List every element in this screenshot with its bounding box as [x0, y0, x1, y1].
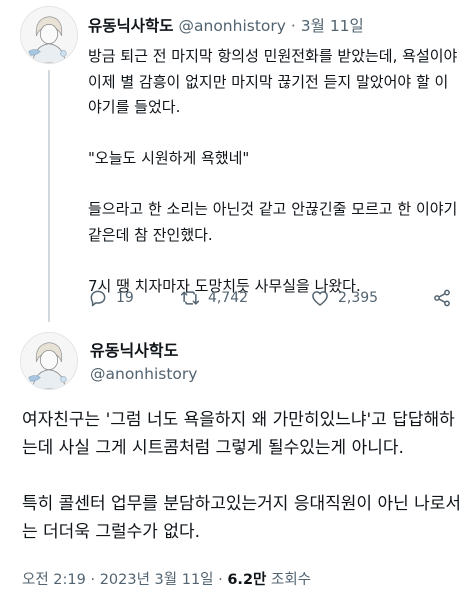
- tweet-date[interactable]: 3월 11일: [301, 17, 364, 35]
- like-count: 2,395: [338, 290, 379, 306]
- avatar[interactable]: [20, 6, 78, 64]
- avatar-illustration: [21, 7, 77, 63]
- tweet-2: 유동닉사학도 @anonhistory 여자친구는 '그럼 너도 욕을하지 왜 …: [0, 322, 474, 593]
- retweet-count: 4,742: [208, 290, 249, 306]
- meta-separator: ·: [90, 572, 96, 588]
- author-handle[interactable]: @anonhistory: [179, 17, 286, 35]
- tweet-date[interactable]: 2023년 3월 11일: [100, 572, 214, 588]
- view-label: 조회수: [270, 572, 312, 588]
- avatar[interactable]: [20, 332, 78, 390]
- author-name[interactable]: 유동닉사학도: [90, 340, 197, 362]
- tweet-metadata: 오전 2:19 · 2023년 3월 11일 · 6.2만 조회수: [22, 568, 311, 589]
- tweet-paragraph: "오늘도 시원하게 욕했네": [88, 149, 250, 167]
- tweet-paragraph: 특히 콜센터 업무를 분담하고있는거지 응대직원이 아닌 나로서는 더더욱 그럴…: [22, 494, 462, 542]
- avatar-illustration: [21, 333, 77, 389]
- tweet-paragraph: 방금 퇴근 전 마지막 항의성 민원전화를 받았는데, 욕설이야 이제 별 감흥…: [88, 47, 458, 116]
- reply-count: 19: [116, 290, 134, 306]
- tweet-actions: 19 4,742 2,395: [88, 283, 460, 313]
- share-button[interactable]: [432, 283, 452, 313]
- like-button[interactable]: 2,395: [310, 283, 378, 313]
- meta-separator: ·: [218, 572, 223, 588]
- view-count: 6.2만: [227, 572, 267, 588]
- reply-icon: [90, 290, 106, 307]
- retweet-button[interactable]: 4,742: [180, 283, 248, 313]
- reply-button[interactable]: 19: [88, 283, 134, 313]
- tweet-header: 유동닉사학도 @anonhistory · 3월 11일: [88, 14, 364, 36]
- tweet-paragraph: 들으라고 한 소리는 아닌것 같고 안끊긴줄 모르고 한 이야기 같은데 참 잔…: [88, 200, 458, 244]
- tweet-text: 방금 퇴근 전 마지막 항의성 민원전화를 받았는데, 욕설이야 이제 별 감흥…: [88, 44, 460, 299]
- author-handle[interactable]: @anonhistory: [90, 362, 197, 386]
- share-icon: [434, 289, 450, 307]
- thread-connector-line: [48, 70, 50, 322]
- tweet-header: 유동닉사학도 @anonhistory: [90, 340, 197, 386]
- tweet-time[interactable]: 오전 2:19: [22, 572, 86, 588]
- retweet-icon: [180, 291, 200, 305]
- author-name[interactable]: 유동닉사학도: [88, 17, 174, 35]
- like-icon: [312, 291, 328, 306]
- tweet-1: 유동닉사학도 @anonhistory · 3월 11일 방금 퇴근 전 마지막…: [0, 0, 474, 322]
- tweet-text: 여자친구는 '그럼 너도 욕을하지 왜 가만히있느냐'고 답답해하는데 사실 그…: [22, 406, 462, 546]
- header-separator: ·: [290, 17, 296, 35]
- tweet-paragraph: 여자친구는 '그럼 너도 욕을하지 왜 가만히있느냐'고 답답해하는데 사실 그…: [22, 410, 455, 458]
